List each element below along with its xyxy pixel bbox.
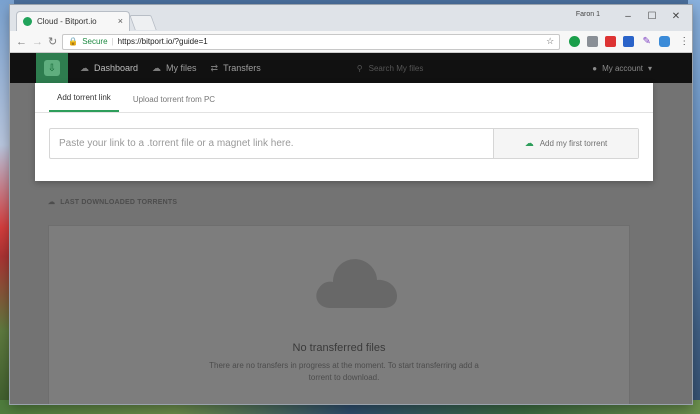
browser-menu-icon[interactable]: ⋮ — [679, 36, 689, 47]
lock-icon: 🔒 — [68, 37, 79, 46]
chevron-down-icon: ▾ — [647, 63, 652, 73]
forward-icon[interactable]: → — [32, 36, 43, 48]
url-text[interactable]: https://bitport.io/?guide=1 — [118, 37, 543, 46]
torrent-input-row: ☁ Add my first torrent — [49, 128, 639, 159]
close-window-icon[interactable]: ✕ — [664, 7, 688, 25]
record-extension-icon[interactable] — [605, 36, 617, 47]
empty-state-description: There are no transfers in progress at th… — [209, 361, 479, 382]
transfers-icon: ⇄ — [210, 62, 219, 73]
nav-dashboard[interactable]: ☁ Dashboard — [80, 63, 138, 74]
tab-bar: Cloud - Bitport.io × Faron 1 – ☐ ✕ — [10, 5, 692, 31]
pen-extension-icon[interactable]: ✎ — [641, 36, 652, 47]
account-label: My account — [602, 63, 643, 73]
cloud-upload-icon: ☁ — [524, 138, 534, 148]
grammarly-extension-icon[interactable] — [569, 36, 581, 47]
window-user-label: Faron 1 — [575, 11, 600, 18]
reload-icon[interactable]: ↻ — [48, 35, 57, 48]
last-downloaded-title: LAST DOWNLOADED TORRENTS — [60, 198, 178, 206]
torrent-link-input[interactable] — [50, 129, 493, 158]
web-page: ⇩ ☁ Dashboard ☁ My files ⇄ Transfers ⚲ S… — [10, 53, 692, 404]
tab-add-torrent-link[interactable]: Add torrent link — [49, 93, 119, 112]
new-tab-button[interactable] — [129, 15, 157, 30]
extension-icons: ✎ ⋮ — [569, 36, 689, 47]
cloud-files-icon: ☁ — [152, 62, 162, 73]
window-controls: – ☐ ✕ — [616, 7, 688, 25]
nav-my-files[interactable]: ☁ My files — [152, 63, 197, 74]
blue-extension-icon[interactable] — [623, 36, 635, 47]
bitport-favicon-icon — [23, 17, 32, 26]
last-downloaded-heading: ☁ LAST DOWNLOADED TORRENTS — [48, 198, 178, 207]
add-torrent-panel: Add torrent link Upload torrent from PC … — [35, 83, 653, 181]
user-icon: ● — [592, 63, 598, 73]
nav-transfers[interactable]: ⇄ Transfers — [211, 63, 261, 74]
tab-upload-torrent[interactable]: Upload torrent from PC — [125, 95, 223, 112]
tab-close-icon[interactable]: × — [118, 17, 123, 26]
site-search[interactable]: ⚲ Search My files — [357, 64, 424, 73]
nav-my-files-label: My files — [166, 63, 197, 73]
secure-label: Secure — [82, 37, 108, 46]
cloud-small-icon: ☁ — [48, 199, 56, 206]
blue-square-extension-icon[interactable] — [659, 36, 671, 47]
logo-arrow-icon: ⇩ — [44, 60, 60, 76]
bitport-logo[interactable]: ⇩ — [36, 53, 68, 83]
empty-state-title: No transferred files — [292, 342, 386, 354]
search-placeholder: Search My files — [368, 63, 424, 73]
search-icon: ⚲ — [356, 63, 363, 73]
bookmark-star-icon[interactable]: ☆ — [546, 36, 554, 47]
address-bar[interactable]: 🔒 Secure | https://bitport.io/?guide=1 ☆ — [62, 33, 561, 50]
add-first-torrent-button[interactable]: ☁ Add my first torrent — [493, 129, 638, 158]
cloud-icon: ☁ — [80, 62, 89, 73]
browser-toolbar: ← → ↻ 🔒 Secure | https://bitport.io/?gui… — [10, 31, 692, 53]
tab-title: Cloud - Bitport.io — [37, 17, 97, 26]
nav-dashboard-label: Dashboard — [94, 63, 139, 73]
site-navbar: ⇩ ☁ Dashboard ☁ My files ⇄ Transfers ⚲ S… — [10, 53, 692, 83]
browser-tab[interactable]: Cloud - Bitport.io × — [16, 11, 130, 31]
maximize-icon[interactable]: ☐ — [640, 7, 664, 25]
cloud-illustration-icon — [316, 259, 397, 308]
mail-extension-icon[interactable] — [587, 36, 599, 47]
torrent-tabs: Add torrent link Upload torrent from PC — [35, 83, 653, 113]
add-button-label: Add my first torrent — [539, 139, 608, 148]
back-icon[interactable]: ← — [16, 36, 27, 48]
browser-window: Cloud - Bitport.io × Faron 1 – ☐ ✕ ← → ↻… — [10, 5, 692, 404]
omnibox-separator: | — [111, 37, 114, 46]
minimize-icon[interactable]: – — [616, 7, 640, 25]
empty-transfers-box: No transferred files There are no transf… — [48, 225, 630, 404]
account-menu[interactable]: ● My account ▾ — [592, 64, 652, 73]
nav-transfers-label: Transfers — [223, 63, 261, 73]
